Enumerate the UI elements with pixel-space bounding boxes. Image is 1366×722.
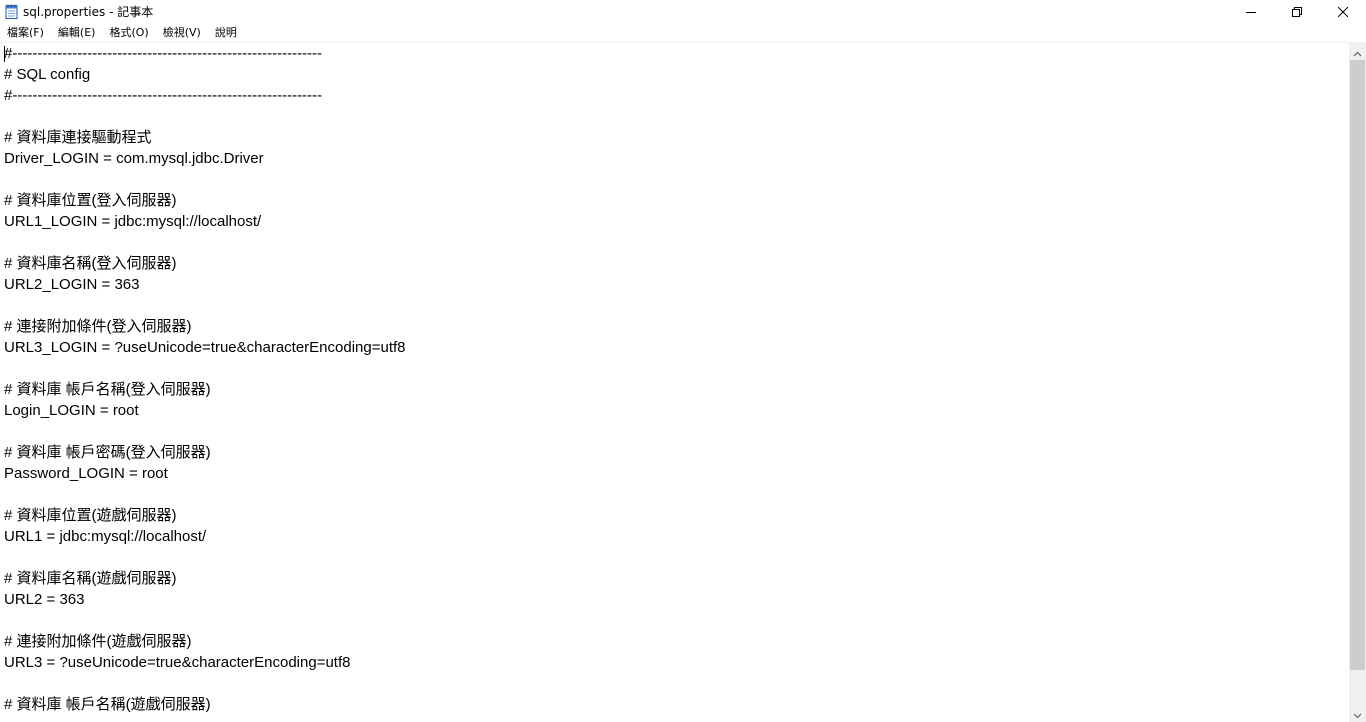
notepad-window: sql.properties - 記事本 檔案(F) 編輯(E) 格式(O) 檢… [0, 0, 1366, 722]
text-line[interactable] [4, 484, 406, 505]
text-line[interactable] [4, 547, 406, 568]
text-line[interactable]: URL3_LOGIN = ?useUnicode=true&characterE… [4, 337, 406, 358]
notepad-icon[interactable] [5, 4, 18, 19]
text-line[interactable]: # 資料庫名稱(登入伺服器) [4, 253, 406, 274]
text-line[interactable]: Password_LOGIN = root [4, 463, 406, 484]
vertical-scrollbar[interactable] [1349, 43, 1366, 722]
text-line[interactable]: # 資料庫位置(遊戲伺服器) [4, 505, 406, 526]
text-line[interactable] [4, 610, 406, 631]
minimize-button[interactable] [1228, 0, 1274, 23]
restore-icon [1292, 6, 1302, 17]
text-line[interactable]: # 資料庫 帳戶密碼(登入伺服器) [4, 442, 406, 463]
close-icon [1338, 6, 1348, 17]
text-line[interactable]: URL2 = 363 [4, 589, 406, 610]
menu-edit[interactable]: 編輯(E) [51, 23, 103, 42]
text-line[interactable] [4, 169, 406, 190]
text-line[interactable]: # 連接附加條件(登入伺服器) [4, 316, 406, 337]
caption-buttons [1228, 0, 1366, 23]
text-editor[interactable]: #---------------------------------------… [0, 43, 1349, 722]
window-title: sql.properties - 記事本 [23, 5, 154, 19]
text-content[interactable]: #---------------------------------------… [4, 43, 406, 715]
menu-view[interactable]: 檢視(V) [156, 23, 208, 42]
text-line[interactable]: #---------------------------------------… [4, 43, 406, 64]
text-line[interactable]: # 連接附加條件(遊戲伺服器) [4, 631, 406, 652]
text-line[interactable]: # 資料庫 帳戶名稱(遊戲伺服器) [4, 694, 406, 715]
text-caret [4, 46, 5, 62]
text-line[interactable]: #---------------------------------------… [4, 85, 406, 106]
menu-format[interactable]: 格式(O) [102, 23, 155, 42]
text-line[interactable]: # 資料庫位置(登入伺服器) [4, 190, 406, 211]
text-line[interactable]: # 資料庫連接驅動程式 [4, 127, 406, 148]
title-bar[interactable]: sql.properties - 記事本 [0, 0, 1366, 23]
scroll-down-arrow-icon [1353, 704, 1362, 722]
text-line[interactable] [4, 358, 406, 379]
text-line[interactable]: URL1_LOGIN = jdbc:mysql://localhost/ [4, 211, 406, 232]
scrollbar-thumb[interactable] [1350, 60, 1365, 670]
restore-button[interactable] [1274, 0, 1320, 23]
menu-file[interactable]: 檔案(F) [0, 23, 51, 42]
scroll-up-arrow-icon [1353, 42, 1362, 61]
scroll-up-button[interactable] [1349, 43, 1366, 60]
text-line[interactable]: # 資料庫名稱(遊戲伺服器) [4, 568, 406, 589]
scroll-down-button[interactable] [1349, 705, 1366, 722]
menu-bar: 檔案(F) 編輯(E) 格式(O) 檢視(V) 說明 [0, 23, 1366, 43]
text-line[interactable]: URL2_LOGIN = 363 [4, 274, 406, 295]
text-line[interactable] [4, 673, 406, 694]
text-line[interactable]: # SQL config [4, 64, 406, 85]
text-line[interactable] [4, 421, 406, 442]
text-line[interactable]: Login_LOGIN = root [4, 400, 406, 421]
menu-help[interactable]: 說明 [208, 23, 244, 42]
close-button[interactable] [1320, 0, 1366, 23]
text-line[interactable] [4, 295, 406, 316]
text-line[interactable]: URL3 = ?useUnicode=true&characterEncodin… [4, 652, 406, 673]
text-line[interactable]: Driver_LOGIN = com.mysql.jdbc.Driver [4, 148, 406, 169]
text-line[interactable] [4, 232, 406, 253]
text-line[interactable] [4, 106, 406, 127]
text-line[interactable]: # 資料庫 帳戶名稱(登入伺服器) [4, 379, 406, 400]
minimize-icon [1246, 7, 1256, 17]
text-line[interactable]: URL1 = jdbc:mysql://localhost/ [4, 526, 406, 547]
